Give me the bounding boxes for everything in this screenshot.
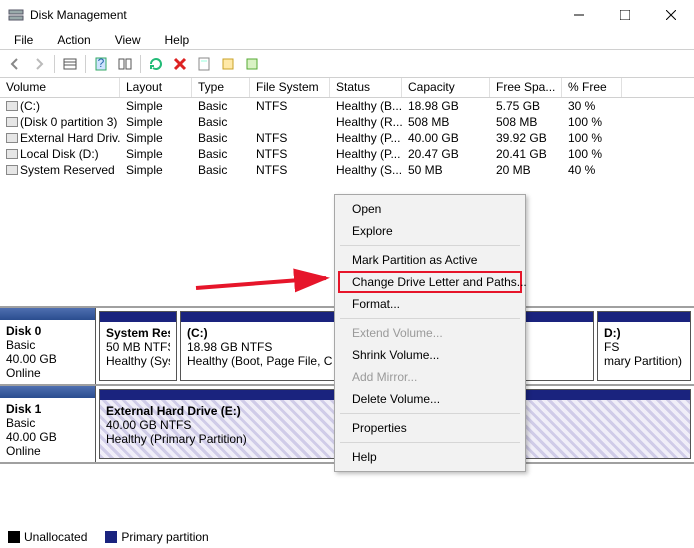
- drive-icon: [6, 133, 18, 143]
- separator: [340, 442, 520, 443]
- col-free[interactable]: Free Spa...: [490, 78, 562, 97]
- ctx-mirror: Add Mirror...: [338, 366, 522, 388]
- disk1-state: Online: [6, 444, 41, 458]
- table-row[interactable]: (Disk 0 partition 3)SimpleBasicHealthy (…: [0, 114, 694, 130]
- drive-icon: [6, 165, 18, 175]
- separator: [340, 245, 520, 246]
- disk0-state: Online: [6, 366, 41, 380]
- table-row[interactable]: External Hard Driv...SimpleBasicNTFSHeal…: [0, 130, 694, 146]
- separator: [140, 55, 141, 73]
- annotation-arrow: [196, 268, 346, 301]
- titlebar: Disk Management: [0, 0, 694, 30]
- disk1-label: Disk 1: [6, 402, 41, 416]
- disk0-size: 40.00 GB: [6, 352, 57, 366]
- separator: [340, 318, 520, 319]
- close-button[interactable]: [648, 0, 694, 30]
- app-icon: [8, 7, 24, 23]
- menu-view[interactable]: View: [105, 31, 151, 49]
- window-title: Disk Management: [30, 8, 556, 22]
- delete-icon[interactable]: [169, 53, 191, 75]
- col-filesystem[interactable]: File System: [250, 78, 330, 97]
- ctx-format[interactable]: Format...: [338, 293, 522, 315]
- ctx-help[interactable]: Help: [338, 446, 522, 468]
- menubar: File Action View Help: [0, 30, 694, 50]
- partition[interactable]: D:) FS mary Partition): [597, 311, 691, 381]
- help-button[interactable]: ?: [90, 53, 112, 75]
- legend: Unallocated Primary partition: [8, 530, 209, 544]
- ctx-explore[interactable]: Explore: [338, 220, 522, 242]
- swatch-primary: [105, 531, 117, 543]
- ctx-properties[interactable]: Properties: [338, 417, 522, 439]
- disk1-kind: Basic: [6, 416, 35, 430]
- swatch-unallocated: [8, 531, 20, 543]
- table-header: Volume Layout Type File System Status Ca…: [0, 78, 694, 98]
- volumes-table: Volume Layout Type File System Status Ca…: [0, 78, 694, 178]
- menu-file[interactable]: File: [4, 31, 43, 49]
- ctx-mark-active[interactable]: Mark Partition as Active: [338, 249, 522, 271]
- disk0-kind: Basic: [6, 338, 35, 352]
- table-row[interactable]: System ReservedSimpleBasicNTFSHealthy (S…: [0, 162, 694, 178]
- separator: [340, 413, 520, 414]
- ctx-delete[interactable]: Delete Volume...: [338, 388, 522, 410]
- disk0-label: Disk 0: [6, 324, 41, 338]
- col-status[interactable]: Status: [330, 78, 402, 97]
- disk1-info[interactable]: Disk 1 Basic 40.00 GB Online: [0, 386, 96, 462]
- context-menu: Open Explore Mark Partition as Active Ch…: [334, 194, 526, 472]
- menu-action[interactable]: Action: [47, 31, 100, 49]
- back-button[interactable]: [4, 53, 26, 75]
- drive-icon: [6, 117, 18, 127]
- ctx-open[interactable]: Open: [338, 198, 522, 220]
- disk0-info[interactable]: Disk 0 Basic 40.00 GB Online: [0, 308, 96, 384]
- properties-icon[interactable]: [193, 53, 215, 75]
- partition[interactable]: System Res 50 MB NTFS Healthy (Sys: [99, 311, 177, 381]
- forward-button[interactable]: [28, 53, 50, 75]
- table-row[interactable]: (C:)SimpleBasicNTFSHealthy (B...18.98 GB…: [0, 98, 694, 114]
- refresh-button[interactable]: [145, 53, 167, 75]
- maximize-button[interactable]: [602, 0, 648, 30]
- drive-icon: [6, 101, 18, 111]
- col-layout[interactable]: Layout: [120, 78, 192, 97]
- drive-icon: [6, 149, 18, 159]
- settings-button[interactable]: [114, 53, 136, 75]
- view-list-button[interactable]: [59, 53, 81, 75]
- table-row[interactable]: Local Disk (D:)SimpleBasicNTFSHealthy (P…: [0, 146, 694, 162]
- disk1-size: 40.00 GB: [6, 430, 57, 444]
- ctx-shrink[interactable]: Shrink Volume...: [338, 344, 522, 366]
- svg-text:?: ?: [98, 56, 105, 70]
- action-icon[interactable]: [217, 53, 239, 75]
- col-pctfree[interactable]: % Free: [562, 78, 622, 97]
- col-capacity[interactable]: Capacity: [402, 78, 490, 97]
- separator: [85, 55, 86, 73]
- col-type[interactable]: Type: [192, 78, 250, 97]
- toolbar: ?: [0, 50, 694, 78]
- menu-help[interactable]: Help: [155, 31, 200, 49]
- ctx-change-drive-letter[interactable]: Change Drive Letter and Paths...: [338, 271, 522, 293]
- ctx-extend: Extend Volume...: [338, 322, 522, 344]
- action2-icon[interactable]: [241, 53, 263, 75]
- minimize-button[interactable]: [556, 0, 602, 30]
- col-volume[interactable]: Volume: [0, 78, 120, 97]
- separator: [54, 55, 55, 73]
